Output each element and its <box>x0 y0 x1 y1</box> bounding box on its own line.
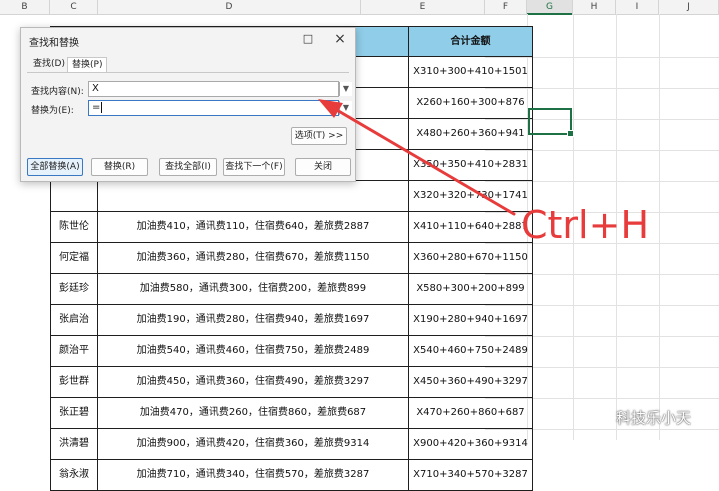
total-cell[interactable]: X710+340+570+3287 <box>409 460 533 491</box>
name-cell[interactable]: 翁永淑 <box>50 460 98 491</box>
watermark: 科技乐小天 <box>616 409 692 427</box>
detail-cell[interactable]: 加油费710，通讯费340，住宿费570，差旅费3287 <box>98 460 409 491</box>
shortcut-annotation: Ctrl+H <box>521 203 650 247</box>
